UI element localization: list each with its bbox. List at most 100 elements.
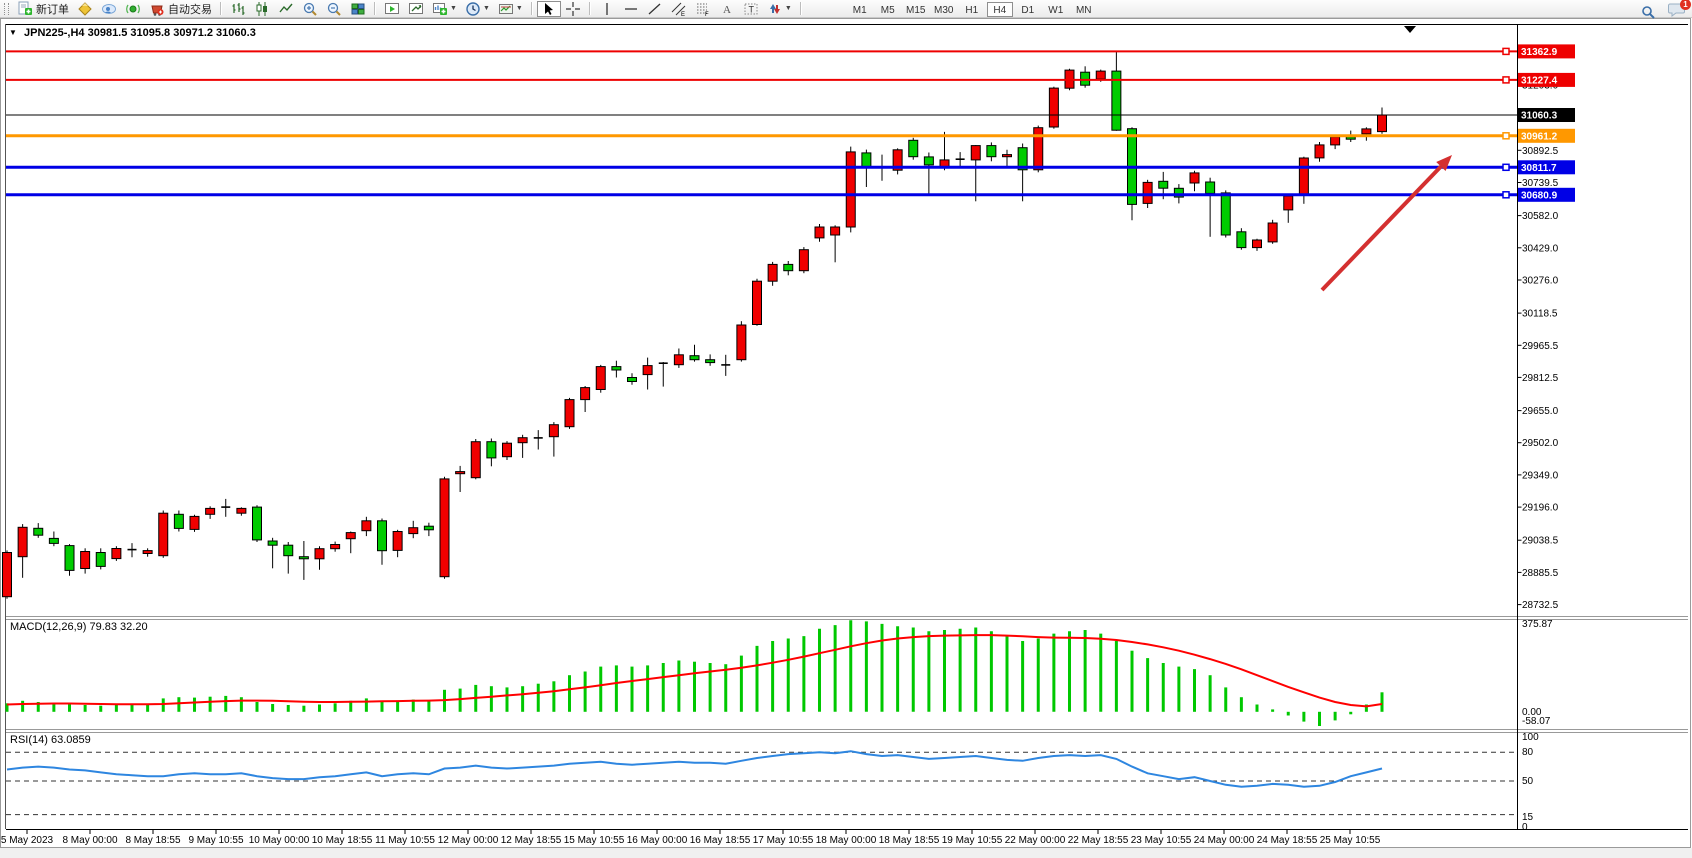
add-indicator-icon [432, 1, 448, 17]
tile-windows-icon [350, 1, 366, 17]
text-tool-button[interactable]: A [715, 1, 739, 17]
svg-text:29655.0: 29655.0 [1522, 406, 1559, 417]
autotrade-button[interactable]: 自动交易 [145, 1, 216, 17]
timeframe-H1[interactable]: H1 [959, 2, 985, 17]
crosshair-tool-button[interactable] [561, 1, 585, 17]
signal-button[interactable] [121, 1, 145, 17]
window-frame [0, 18, 1692, 858]
macd-label: MACD(12,26,9) 79.83 32.20 [10, 621, 148, 633]
svg-text:30429.0: 30429.0 [1522, 243, 1559, 254]
add-indicator-button[interactable]: ▼ [428, 1, 461, 17]
svg-text:80: 80 [1522, 747, 1534, 758]
svg-text:31227.4: 31227.4 [1521, 75, 1558, 86]
svg-text:16 May 18:55: 16 May 18:55 [690, 835, 751, 846]
timeframe-M5[interactable]: M5 [875, 2, 901, 17]
collapse-triangle-icon[interactable]: ▼ [9, 28, 17, 37]
svg-text:5 May 2023: 5 May 2023 [1, 835, 54, 846]
svg-text:29965.5: 29965.5 [1522, 341, 1559, 352]
timeframe-H4[interactable]: H4 [987, 2, 1013, 17]
svg-text:30961.2: 30961.2 [1521, 131, 1558, 142]
new-order-button[interactable]: 新订单 [13, 1, 73, 17]
svg-text:-58.07: -58.07 [1522, 716, 1551, 727]
mt4-window: 31203.030892.530739.530582.030429.030276… [0, 0, 1692, 858]
timeframe-W1[interactable]: W1 [1043, 2, 1069, 17]
styler-button[interactable] [73, 1, 97, 17]
notification-badge: 1 [1680, 0, 1691, 10]
toolbar-separator [800, 2, 802, 15]
timeframe-D1[interactable]: D1 [1015, 2, 1041, 17]
toolbar-separator [531, 2, 533, 15]
chart-play-icon [384, 1, 400, 17]
text-icon: A [719, 1, 735, 17]
svg-text:29038.5: 29038.5 [1522, 536, 1559, 547]
line-chart-icon [278, 1, 294, 17]
svg-text:A: A [723, 4, 731, 16]
toolbar-drag-handle[interactable] [4, 3, 9, 15]
svg-text:28885.5: 28885.5 [1522, 568, 1559, 579]
svg-text:29502.0: 29502.0 [1522, 438, 1559, 449]
timeframe-M1[interactable]: M1 [847, 2, 873, 17]
svg-text:24 May 18:55: 24 May 18:55 [1257, 835, 1318, 846]
svg-text:T: T [748, 4, 754, 14]
label-tool-button[interactable]: T [739, 1, 763, 17]
trendline-tool-button[interactable] [643, 1, 667, 17]
equidistant-channel-icon: E [671, 1, 687, 17]
svg-text:50: 50 [1522, 776, 1534, 787]
clock-icon [465, 1, 481, 17]
svg-text:30811.7: 30811.7 [1521, 163, 1557, 174]
svg-text:23 May 10:55: 23 May 10:55 [1131, 835, 1192, 846]
toolbar-separator [220, 2, 222, 15]
indicators-window-button[interactable] [380, 1, 404, 17]
svg-text:31362.9: 31362.9 [1521, 47, 1558, 58]
chart-title: ▼ JPN225-,H4 30981.5 31095.8 30971.2 310… [9, 27, 256, 39]
chart-arrow-icon [408, 1, 424, 17]
toolbar-separator [589, 2, 591, 15]
horizontal-line-tool-button[interactable] [619, 1, 643, 17]
cursor-icon [541, 1, 557, 17]
vertical-line-tool-button[interactable] [595, 1, 619, 17]
arrows-tool-button[interactable]: ▼ [763, 1, 796, 17]
fibonacci-tool-button[interactable]: F [691, 1, 715, 17]
chat-button[interactable]: 1 [1668, 1, 1686, 22]
svg-text:30680.9: 30680.9 [1521, 190, 1558, 201]
chevron-down-icon: ▼ [516, 5, 523, 12]
channel-tool-button[interactable]: E [667, 1, 691, 17]
svg-text:31060.3: 31060.3 [1521, 111, 1558, 122]
tile-windows-button[interactable] [346, 1, 370, 17]
timeframe-M30[interactable]: M30 [931, 2, 957, 17]
period-button[interactable]: ▼ [461, 1, 494, 17]
timeframe-group: M1M5M15M30H1H4D1W1MN [846, 0, 1098, 18]
svg-text:11 May 10:55: 11 May 10:55 [375, 835, 435, 846]
svg-text:30582.0: 30582.0 [1522, 211, 1559, 222]
template-button[interactable]: ▼ [494, 1, 527, 17]
svg-text:25 May 10:55: 25 May 10:55 [1320, 835, 1381, 846]
rsi-label: RSI(14) 63.0859 [10, 734, 91, 746]
chart-canvas[interactable]: 31203.030892.530739.530582.030429.030276… [0, 0, 1692, 858]
candlestick-icon [254, 1, 270, 17]
svg-text:15 May 10:55: 15 May 10:55 [564, 835, 625, 846]
arrow-objects-icon [767, 1, 783, 17]
candle-chart-type-button[interactable] [250, 1, 274, 17]
timeframe-M15[interactable]: M15 [903, 2, 929, 17]
zoom-in-button[interactable] [298, 1, 322, 17]
cloud-icon [101, 1, 117, 17]
zoom-out-button[interactable] [322, 1, 346, 17]
svg-text:30276.0: 30276.0 [1522, 276, 1559, 287]
cloud-button[interactable] [97, 1, 121, 17]
gold-gem-icon [77, 1, 93, 17]
tester-button[interactable] [404, 1, 428, 17]
new-order-label: 新订单 [36, 1, 69, 17]
svg-text:10 May 00:00: 10 May 00:00 [249, 835, 310, 846]
svg-text:29812.5: 29812.5 [1522, 373, 1559, 384]
bar-chart-type-button[interactable] [226, 1, 250, 17]
timeframe-MN[interactable]: MN [1071, 2, 1097, 17]
svg-text:22 May 18:55: 22 May 18:55 [1068, 835, 1129, 846]
line-chart-type-button[interactable] [274, 1, 298, 17]
crosshair-icon [565, 1, 581, 17]
search-button[interactable] [1636, 4, 1660, 20]
template-icon [498, 1, 514, 17]
cursor-tool-button[interactable] [537, 1, 561, 17]
new-order-icon [17, 1, 33, 17]
svg-text:12 May 00:00: 12 May 00:00 [438, 835, 499, 846]
text-label-icon: T [743, 1, 759, 17]
